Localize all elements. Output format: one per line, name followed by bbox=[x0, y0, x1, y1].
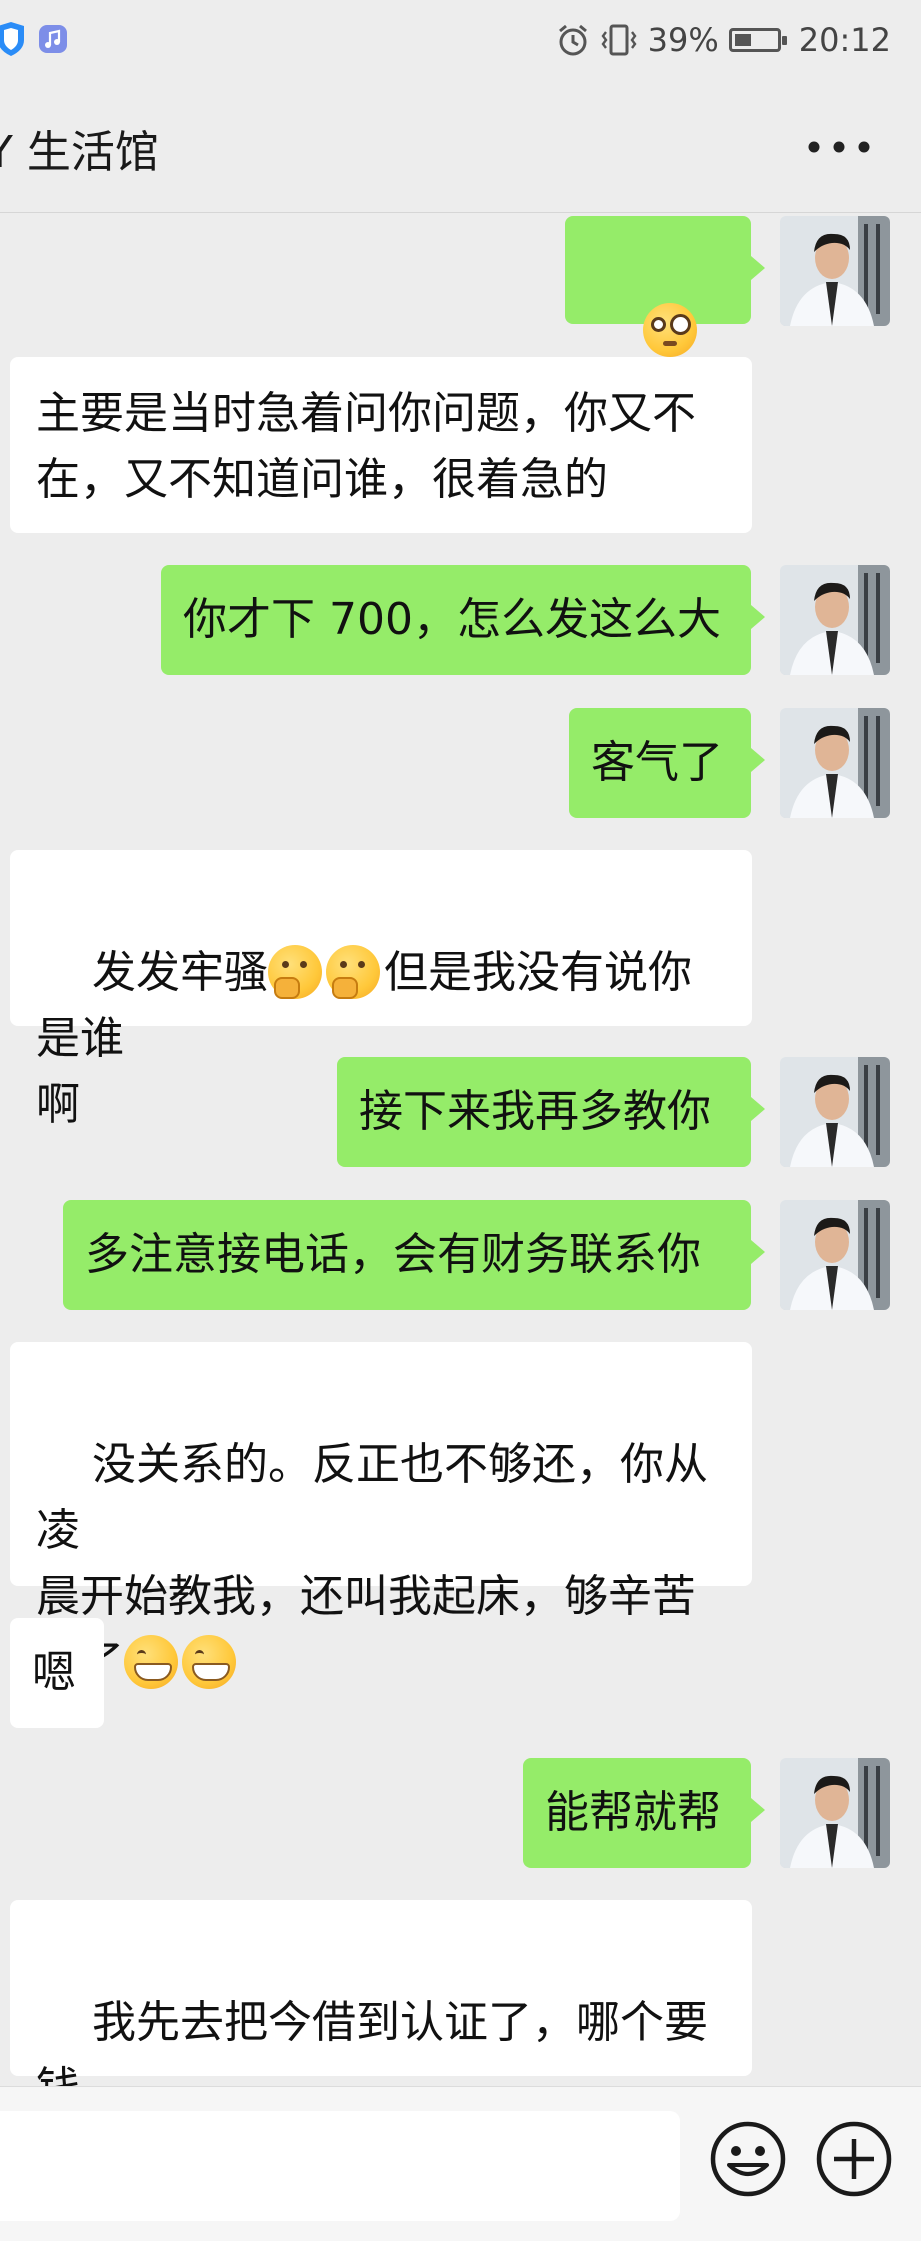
avatar-image bbox=[780, 1200, 890, 1310]
avatar[interactable] bbox=[780, 1200, 890, 1310]
alarm-icon bbox=[558, 24, 587, 56]
message-text: 发发牢骚 bbox=[91, 947, 268, 998]
message-bubble-incoming[interactable]: 没关系的。反正也不够还，你从凌 晨开始教我，还叫我起床，够辛苦 的了 bbox=[10, 1342, 752, 1689]
avatar-image bbox=[780, 708, 890, 818]
message-bubble-outgoing[interactable]: 你才下 700，怎么发这么大 bbox=[161, 565, 765, 675]
message-bubble-incoming[interactable]: 嗯 bbox=[10, 1618, 104, 1728]
shield-app-icon bbox=[0, 22, 24, 56]
message-bubble-incoming[interactable]: 发发牢骚 但是我没有说你是谁 啊 bbox=[10, 850, 752, 1130]
status-bar: 39% 20:12 bbox=[0, 0, 921, 80]
emoji-group bbox=[124, 1635, 240, 1689]
smiley-icon[interactable] bbox=[708, 2119, 788, 2199]
avatar-image bbox=[780, 565, 890, 675]
message-bubble-outgoing[interactable]: 客气了 bbox=[569, 708, 765, 818]
plus-circle-icon[interactable] bbox=[814, 2119, 894, 2199]
message-input[interactable] bbox=[0, 2111, 680, 2221]
chat-title: Y 生活馆 bbox=[0, 127, 159, 178]
avatar[interactable] bbox=[780, 1758, 890, 1868]
message-bubble-incoming[interactable]: 我先去把今借到认证了，哪个要钱 bbox=[10, 1900, 752, 2086]
message-text: 我先去把今借到认证了，哪个要钱 bbox=[36, 1997, 708, 2086]
avatar[interactable] bbox=[780, 565, 890, 675]
battery-level-fill bbox=[734, 34, 751, 46]
more-dots-icon[interactable] bbox=[807, 140, 871, 154]
message-bubble-incoming[interactable]: 主要是当时急着问你问题，你又不 在，又不知道问谁，很着急的 bbox=[10, 357, 752, 533]
avatar-image bbox=[780, 1758, 890, 1868]
message-list[interactable]: 主要是当时急着问你问题，你又不 在，又不知道问谁，很着急的 你才下 700，怎么… bbox=[0, 212, 921, 2086]
message-bubble-outgoing[interactable] bbox=[565, 216, 765, 423]
music-app-icon bbox=[39, 25, 67, 53]
input-bar bbox=[0, 2086, 921, 2241]
vibrate-icon bbox=[601, 24, 637, 56]
message-bubble-outgoing[interactable]: 接下来我再多教你 bbox=[337, 1057, 765, 1167]
avatar[interactable] bbox=[780, 708, 890, 818]
emoji-group bbox=[267, 945, 384, 999]
avatar-image bbox=[780, 216, 890, 326]
message-bubble-outgoing[interactable]: 能帮就帮 bbox=[523, 1758, 765, 1868]
avatar[interactable] bbox=[780, 216, 890, 326]
clock-time: 20:12 bbox=[798, 21, 891, 59]
avatar-image bbox=[780, 1057, 890, 1167]
chat-header: Y 生活馆 bbox=[0, 80, 921, 213]
message-bubble-outgoing[interactable]: 多注意接电话，会有财务联系你 bbox=[63, 1200, 765, 1310]
battery-percent: 39% bbox=[647, 21, 719, 59]
battery-icon bbox=[728, 28, 787, 52]
avatar[interactable] bbox=[780, 1057, 890, 1167]
